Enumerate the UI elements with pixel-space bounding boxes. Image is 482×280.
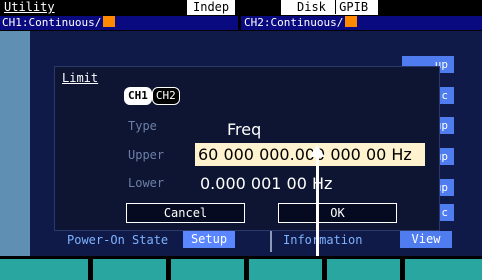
ch2-status: CH2:Continuous/ bbox=[241, 16, 482, 30]
divider bbox=[270, 230, 272, 252]
ch1-status: CH1:Continuous/ bbox=[0, 16, 238, 30]
softkey-4[interactable] bbox=[249, 259, 322, 280]
utility-menu-title: Utility bbox=[4, 0, 55, 14]
softkey-5[interactable] bbox=[327, 259, 400, 280]
upper-label: Upper bbox=[128, 148, 165, 162]
ch1-output-indicator-icon bbox=[103, 16, 116, 27]
softkey-3[interactable] bbox=[171, 259, 244, 280]
dialog-title: Limit bbox=[62, 71, 99, 85]
disk-label: Disk bbox=[297, 0, 326, 14]
lower-label: Lower bbox=[128, 176, 165, 190]
cancel-button[interactable]: Cancel bbox=[126, 203, 245, 223]
left-edge-strip bbox=[0, 31, 30, 256]
power-on-setup-button[interactable]: Setup bbox=[183, 231, 235, 248]
softkey-1[interactable] bbox=[0, 259, 88, 280]
information-label: Information bbox=[283, 233, 363, 247]
disk-gpib-indicator: Disk GPIB bbox=[281, 0, 378, 15]
channel-selector[interactable]: CH1 CH2 bbox=[124, 87, 180, 105]
information-view-button[interactable]: View bbox=[400, 231, 452, 248]
gpib-label: GPIB bbox=[335, 0, 369, 14]
softkey-2[interactable] bbox=[93, 259, 166, 280]
ch2-status-text: CH2:Continuous/ bbox=[244, 16, 344, 29]
tab-ch2[interactable]: CH2 bbox=[151, 87, 180, 105]
ch1-status-text: CH1:Continuous/ bbox=[2, 16, 102, 29]
ch2-output-indicator-icon bbox=[345, 16, 358, 27]
ok-button[interactable]: OK bbox=[278, 203, 397, 223]
type-value[interactable]: Freq bbox=[227, 120, 261, 139]
softkey-6[interactable] bbox=[405, 259, 482, 280]
lower-limit-field[interactable]: 0.000 001 00 Hz bbox=[200, 174, 332, 193]
arrow-up-icon bbox=[309, 145, 325, 157]
type-label: Type bbox=[128, 119, 157, 133]
power-on-state-label: Power-On State bbox=[67, 233, 169, 247]
tab-ch1[interactable]: CH1 bbox=[124, 87, 152, 105]
mode-indicator: Indep bbox=[187, 0, 236, 15]
